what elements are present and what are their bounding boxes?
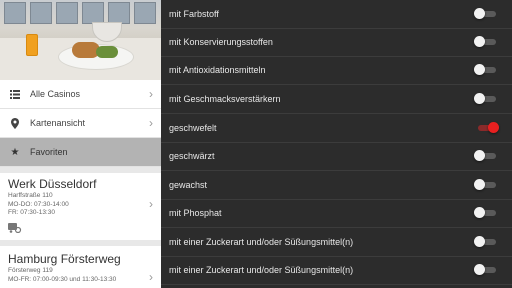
filter-label: mit einer Zuckerart und/oder Süßungsmitt… (169, 237, 354, 247)
casino-name: Werk Düsseldorf (8, 177, 97, 191)
filter-toggle[interactable] (474, 7, 500, 21)
filter-row[interactable]: mit Farbstoff (161, 0, 512, 29)
filter-row[interactable]: geschwefelt (161, 114, 512, 143)
nav-item-label: Favoriten (30, 147, 68, 157)
casino-hours: MO-FR: 07:00-09:30 und 11:30-13:30 (8, 276, 117, 283)
filter-label: geschwärzt (169, 151, 215, 161)
salad-decor (96, 46, 118, 58)
filter-label: mit Farbstoff (169, 9, 219, 19)
filter-toggle[interactable] (474, 63, 500, 77)
filter-row[interactable]: mit Konservierungsstoffen (161, 28, 512, 57)
filter-row[interactable]: mit Geschmacksverstärkern (161, 85, 512, 114)
filter-toggle[interactable] (474, 263, 500, 277)
filter-label: geschwefelt (169, 123, 217, 133)
nav-item-label: Alle Casinos (30, 89, 81, 99)
map-pin-icon (7, 117, 23, 129)
filter-label: mit Antioxidationsmitteln (169, 65, 266, 75)
nav-item-label: Kartenansicht (30, 118, 86, 128)
chevron-right-icon: › (149, 116, 153, 130)
filter-toggle[interactable] (474, 206, 500, 220)
filter-row[interactable]: mit Phosphat (161, 199, 512, 228)
chevron-right-icon: › (149, 87, 153, 101)
window-decor (108, 2, 130, 24)
hero-food-image (0, 0, 161, 80)
filter-toggle[interactable] (474, 235, 500, 249)
window-decor (4, 2, 26, 24)
filter-label: mit Geschmacksverstärkern (169, 94, 281, 104)
window-decor (134, 2, 156, 24)
nav-item-map-view[interactable]: Kartenansicht › (0, 109, 161, 138)
additive-filter-list: mit Farbstoff mit Konservierungsstoffen … (161, 0, 512, 288)
filter-toggle[interactable] (474, 92, 500, 106)
filter-label: mit Phosphat (169, 208, 222, 218)
window-decor (82, 2, 104, 24)
filter-row[interactable]: mit einer Zuckerart und/oder Süßungsmitt… (161, 256, 512, 285)
list-icon (7, 89, 23, 99)
nav-item-favorites[interactable]: ★ Favoriten (0, 138, 161, 167)
window-decor (56, 2, 78, 24)
casino-sidebar: Alle Casinos › Kartenansicht › ★ Favorit… (0, 0, 161, 288)
casino-street: Försterweg 119 (8, 267, 53, 274)
filter-row[interactable]: gewachst (161, 171, 512, 200)
window-decor (30, 2, 52, 24)
filter-label: mit einer Zuckerart und/oder Süßungsmitt… (169, 265, 354, 275)
casino-card-duesseldorf[interactable]: Werk Düsseldorf Harffstraße 110 MO-DO: 0… (0, 173, 161, 240)
casino-hours: FR: 07:30-13:30 (8, 209, 55, 216)
filter-row[interactable]: mit Antioxidationsmitteln (161, 56, 512, 85)
filter-row[interactable]: mit einer Zuckerart und/oder Süßungsmitt… (161, 228, 512, 257)
star-icon: ★ (10, 146, 20, 158)
filter-label: mit Konservierungsstoffen (169, 37, 273, 47)
chevron-right-icon: › (149, 197, 153, 211)
chevron-right-icon: › (149, 270, 153, 284)
filter-toggle[interactable] (474, 121, 500, 135)
casino-name: Hamburg Försterweg (8, 252, 121, 266)
casino-street: Harffstraße 110 (8, 192, 53, 199)
nav-item-all-casinos[interactable]: Alle Casinos › (0, 80, 161, 109)
filter-toggle[interactable] (474, 35, 500, 49)
accessible-icon (8, 223, 22, 235)
filter-toggle[interactable] (474, 178, 500, 192)
filter-row[interactable]: geschwärzt (161, 142, 512, 171)
filter-toggle[interactable] (474, 149, 500, 163)
juice-glass-decor (26, 34, 38, 56)
casino-card-hamburg[interactable]: Hamburg Försterweg Försterweg 119 MO-FR:… (0, 246, 161, 288)
casino-hours: MO-DO: 07:30-14:00 (8, 201, 69, 208)
filter-label: gewachst (169, 180, 208, 190)
